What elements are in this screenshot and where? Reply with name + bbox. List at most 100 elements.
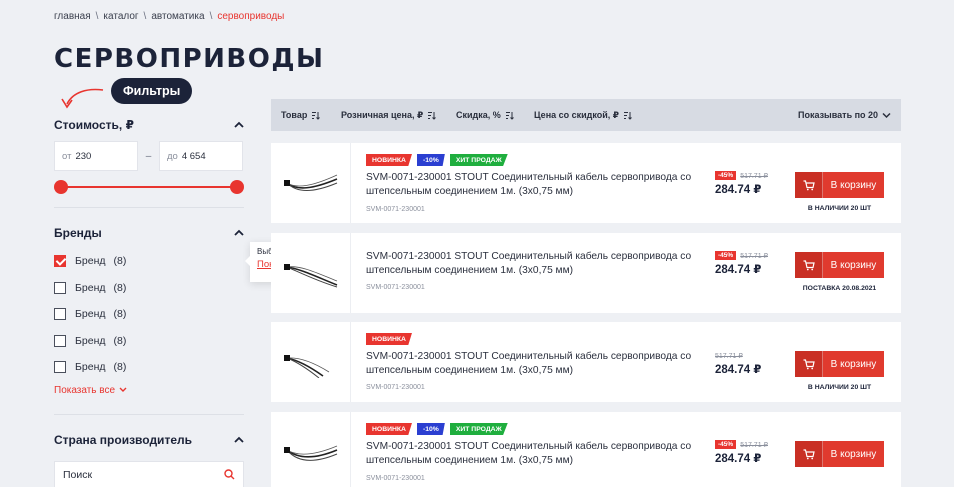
checkbox[interactable]: [54, 361, 66, 374]
old-price: 517.71 ₽: [715, 353, 743, 360]
brand-count: (8): [113, 308, 127, 321]
column-product[interactable]: Товар: [281, 99, 321, 131]
country-filter-header[interactable]: Страна производитель: [54, 425, 244, 455]
product-image[interactable]: [271, 322, 351, 402]
brand-label: Бренд: [75, 308, 106, 321]
badge-new: НОВИНКА: [366, 333, 412, 345]
search-icon[interactable]: [224, 469, 235, 480]
add-to-cart-button[interactable]: В корзину: [795, 252, 884, 278]
product-sku: SVM-0071-230001: [366, 384, 425, 391]
price-from-input[interactable]: от 230: [54, 141, 138, 171]
availability-status: В НАЛИЧИИ 20 ШТ: [807, 384, 872, 391]
product-name[interactable]: SVM-0071-230001 STOUT Соединительный каб…: [366, 171, 696, 199]
brands-filter-header[interactable]: Бренды: [54, 218, 244, 248]
brand-option[interactable]: Бренд (8): [54, 328, 244, 355]
price-to-prefix: до: [167, 150, 178, 162]
price-from-value: 230: [75, 150, 92, 162]
breadcrumb-separator: \: [209, 11, 213, 22]
product-image[interactable]: [271, 412, 351, 487]
breadcrumb-home[interactable]: главная: [54, 11, 91, 22]
product-sku: SVM-0071-230001: [366, 206, 425, 213]
product-card[interactable]: НОВИНКА -10% ХИТ ПРОДАЖ SVM-0071-230001 …: [271, 412, 901, 487]
product-sku: SVM-0071-230001: [366, 284, 425, 291]
product-prices: -45% 517.71 ₽ 284.74 ₽: [715, 171, 785, 196]
price-range-slider[interactable]: [54, 180, 244, 194]
slider-min-handle[interactable]: [54, 180, 68, 194]
product-card[interactable]: НОВИНКА SVM-0071-230001 STOUT Соединител…: [271, 322, 901, 402]
brand-label: Бренд: [75, 281, 106, 294]
per-page-select[interactable]: Показывать по 20: [798, 99, 891, 131]
badge-discount: -10%: [416, 154, 445, 166]
country-filter-title: Страна производитель: [54, 432, 192, 447]
column-discount[interactable]: Скидка, %: [456, 99, 514, 131]
brand-option[interactable]: Бренд (8): [54, 354, 244, 381]
brand-option[interactable]: Бренд (8): [54, 301, 244, 328]
availability-status: В НАЛИЧИИ 20 ШТ: [807, 205, 872, 212]
slider-max-handle[interactable]: [230, 180, 244, 194]
price-to-input[interactable]: до 4 654: [159, 141, 243, 171]
show-all-brands-link[interactable]: Показать все: [54, 385, 244, 396]
badge-new: НОВИНКА: [366, 423, 412, 435]
product-prices: -45% 517.71 ₽ 284.74 ₽: [715, 251, 785, 276]
sort-icon[interactable]: [311, 111, 321, 120]
checkbox[interactable]: [54, 308, 66, 321]
price-filter-title: Стоимость, ₽: [54, 118, 134, 132]
chevron-down-icon: [882, 112, 891, 118]
cable-image-icon: [284, 445, 338, 461]
price-from-prefix: от: [62, 150, 72, 162]
brand-count: (8): [113, 255, 127, 268]
product-name[interactable]: SVM-0071-230001 STOUT Соединительный каб…: [366, 250, 696, 278]
chevron-up-icon[interactable]: [234, 435, 244, 445]
brands-filter-title: Бренды: [54, 226, 102, 240]
column-discount-price[interactable]: Цена со скидкой, ₽: [534, 99, 632, 131]
product-image[interactable]: [271, 233, 351, 313]
add-to-cart-button[interactable]: В корзину: [795, 441, 884, 467]
breadcrumb: главная \ каталог \ автоматика \ сервопр…: [54, 11, 284, 22]
chevron-up-icon[interactable]: [234, 228, 244, 238]
cable-image-icon: [284, 174, 338, 191]
old-price-line: -45% 517.71 ₽: [715, 251, 785, 260]
sort-icon[interactable]: [427, 111, 437, 120]
product-card[interactable]: НОВИНКА -10% ХИТ ПРОДАЖ SVM-0071-230001 …: [271, 143, 901, 223]
discount-percent: -45%: [715, 251, 737, 260]
product-name[interactable]: SVM-0071-230001 STOUT Соединительный каб…: [366, 350, 696, 378]
column-retail-price-label: Розничная цена, ₽: [341, 109, 424, 120]
current-price: 284.74 ₽: [715, 453, 762, 465]
sort-icon[interactable]: [623, 111, 632, 120]
product-badges: НОВИНКА -10% ХИТ ПРОДАЖ: [366, 154, 508, 166]
cable-image-icon: [284, 264, 338, 288]
price-range-dash: –: [145, 150, 152, 162]
price-filter-header[interactable]: Стоимость, ₽: [54, 110, 244, 140]
breadcrumb-catalog[interactable]: каталог: [103, 11, 138, 22]
product-badges: НОВИНКА: [366, 333, 412, 345]
old-price-line: -45% 517.71 ₽: [715, 440, 785, 449]
breadcrumb-automation[interactable]: автоматика: [151, 11, 204, 22]
add-to-cart-label: В корзину: [830, 358, 877, 370]
sort-icon[interactable]: [505, 111, 514, 120]
column-discount-label: Скидка, %: [456, 110, 501, 120]
cart-icon: [795, 172, 823, 198]
breadcrumb-current: сервоприводы: [217, 11, 285, 22]
product-card[interactable]: SVM-0071-230001 STOUT Соединительный каб…: [271, 233, 901, 313]
brand-option[interactable]: Бренд (8): [54, 275, 244, 302]
checkbox[interactable]: [54, 281, 66, 294]
add-to-cart-button[interactable]: В корзину: [795, 172, 884, 198]
availability-status: ПОСТАВКА 20.08.2021: [802, 285, 877, 292]
brand-option[interactable]: Бренд (8): [54, 248, 244, 275]
add-to-cart-button[interactable]: В корзину: [795, 351, 884, 377]
column-product-label: Товар: [281, 110, 308, 120]
country-search-placeholder: Поиск: [63, 468, 93, 481]
checkbox-checked[interactable]: [54, 255, 66, 268]
brand-label: Бренд: [75, 361, 106, 374]
product-prices: 517.71 ₽ 284.74 ₽: [715, 352, 785, 376]
cart-icon: [795, 441, 823, 467]
column-retail-price[interactable]: Розничная цена, ₽: [341, 99, 437, 131]
column-discount-price-label: Цена со скидкой, ₽: [534, 109, 620, 120]
checkbox[interactable]: [54, 334, 66, 347]
price-to-value: 4 654: [181, 150, 206, 162]
country-search-input[interactable]: Поиск: [54, 460, 244, 487]
chevron-up-icon[interactable]: [234, 120, 244, 130]
arrow-annotation-icon: [61, 88, 104, 109]
product-image[interactable]: [271, 143, 351, 223]
product-name[interactable]: SVM-0071-230001 STOUT Соединительный каб…: [366, 440, 696, 468]
